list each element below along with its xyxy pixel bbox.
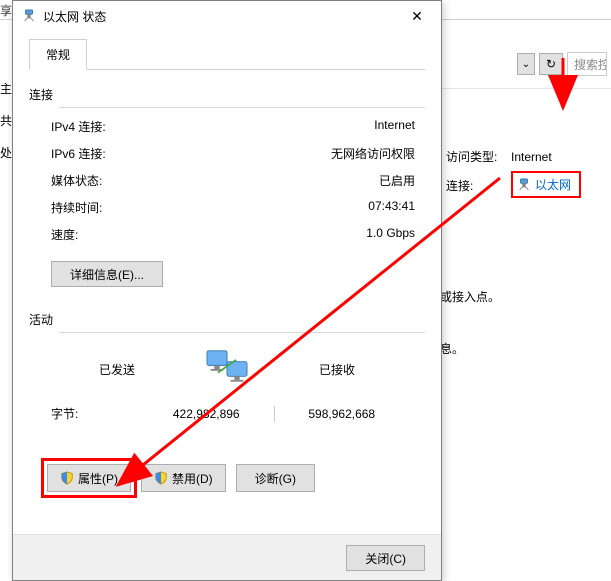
tab-general[interactable]: 常规	[29, 39, 87, 70]
bg-access-type-row: 访问类型: Internet	[446, 148, 601, 165]
close-icon: ✕	[411, 8, 423, 25]
bytes-recv-value: 598,962,668	[287, 407, 398, 421]
dialog-close-action-button[interactable]: 关闭(C)	[346, 545, 425, 571]
details-button[interactable]: 详细信息(E)...	[51, 261, 163, 287]
connection-rows: IPv4 连接: Internet IPv6 连接: 无网络访问权限 媒体状态:…	[29, 118, 425, 243]
duration-value: 07:43:41	[368, 199, 415, 216]
chevron-down-icon: ⌄	[522, 59, 530, 70]
refresh-button[interactable]: ↻	[539, 53, 563, 75]
activity-header-row: 已发送 已接收	[29, 349, 425, 389]
bg-access-type-label: 访问类型:	[446, 148, 511, 165]
ipv4-label: IPv4 连接:	[51, 118, 106, 135]
dropdown-chevron-button[interactable]: ⌄	[517, 53, 535, 75]
ethernet-link-text: 以太网	[535, 176, 571, 193]
bytes-divider	[274, 406, 275, 422]
ipv4-row: IPv4 连接: Internet	[51, 118, 415, 135]
disable-button[interactable]: 禁用(D)	[141, 464, 226, 492]
bytes-row: 字节: 422,982,896 598,962,668	[29, 405, 425, 422]
duration-row: 持续时间: 07:43:41	[51, 199, 415, 216]
bg-divider	[440, 88, 611, 89]
recv-label: 已接收	[277, 361, 397, 378]
dialog-bottom-bar: 关闭(C)	[13, 534, 441, 580]
network-monitors-icon	[205, 349, 249, 389]
ethernet-link[interactable]: 以太网	[511, 171, 581, 198]
diagnose-button[interactable]: 诊断(G)	[236, 464, 315, 492]
media-state-label: 媒体状态:	[51, 172, 102, 189]
bg-notice-1: 或接入点。	[440, 288, 500, 305]
speed-value: 1.0 Gbps	[366, 226, 415, 243]
dialog-close-button[interactable]: ✕	[397, 3, 437, 29]
ipv6-value: 无网络访问权限	[331, 145, 415, 162]
bg-connect-label: 连接:	[446, 177, 511, 194]
bytes-sent-value: 422,982,896	[151, 407, 262, 421]
bg-connect-row: 连接: 以太网	[446, 173, 601, 198]
media-state-value: 已启用	[379, 172, 415, 189]
ethernet-title-icon	[21, 8, 37, 24]
shield-icon	[60, 471, 74, 485]
speed-label: 速度:	[51, 226, 78, 243]
media-state-row: 媒体状态: 已启用	[51, 172, 415, 189]
connection-divider	[59, 107, 425, 108]
bytes-label: 字节:	[51, 405, 151, 422]
dialog-title: 以太网 状态	[43, 8, 106, 25]
activity-section-header: 活动	[29, 311, 425, 328]
connection-section-header: 连接	[29, 86, 425, 103]
refresh-icon: ↻	[546, 57, 556, 71]
diagnose-button-label: 诊断(G)	[255, 470, 296, 487]
activity-section: 活动 已发送 已接收 字节: 422,982,896 5	[29, 311, 425, 422]
bg-connection-info: 访问类型: Internet 连接: 以太网	[446, 148, 601, 206]
shield-icon	[154, 471, 168, 485]
activity-divider	[59, 332, 425, 333]
bg-access-type-value: Internet	[511, 150, 552, 164]
ipv6-label: IPv6 连接:	[51, 145, 106, 162]
dialog-body: 常规 连接 IPv4 连接: Internet IPv6 连接: 无网络访问权限…	[13, 31, 441, 500]
search-box[interactable]: 搜索控	[567, 52, 607, 76]
dialog-titlebar: 以太网 状态 ✕	[13, 1, 441, 31]
sent-label: 已发送	[57, 361, 177, 378]
properties-button-label: 属性(P)	[78, 470, 118, 487]
bg-toolbar: ⌄ ↻ 搜索控	[517, 52, 607, 76]
action-button-row: 属性(P) 禁用(D) 诊断(G)	[29, 464, 425, 492]
ipv6-row: IPv6 连接: 无网络访问权限	[51, 145, 415, 162]
search-placeholder: 搜索控	[574, 56, 607, 73]
bg-notice-2: 息。	[440, 340, 464, 357]
ipv4-value: Internet	[374, 118, 415, 135]
disable-button-label: 禁用(D)	[172, 470, 213, 487]
speed-row: 速度: 1.0 Gbps	[51, 226, 415, 243]
properties-button[interactable]: 属性(P)	[47, 464, 131, 492]
duration-label: 持续时间:	[51, 199, 102, 216]
ethernet-status-dialog: 以太网 状态 ✕ 常规 连接 IPv4 连接: Internet IPv6 连接…	[12, 0, 442, 581]
tab-strip: 常规	[29, 39, 425, 70]
ethernet-icon	[517, 178, 531, 192]
